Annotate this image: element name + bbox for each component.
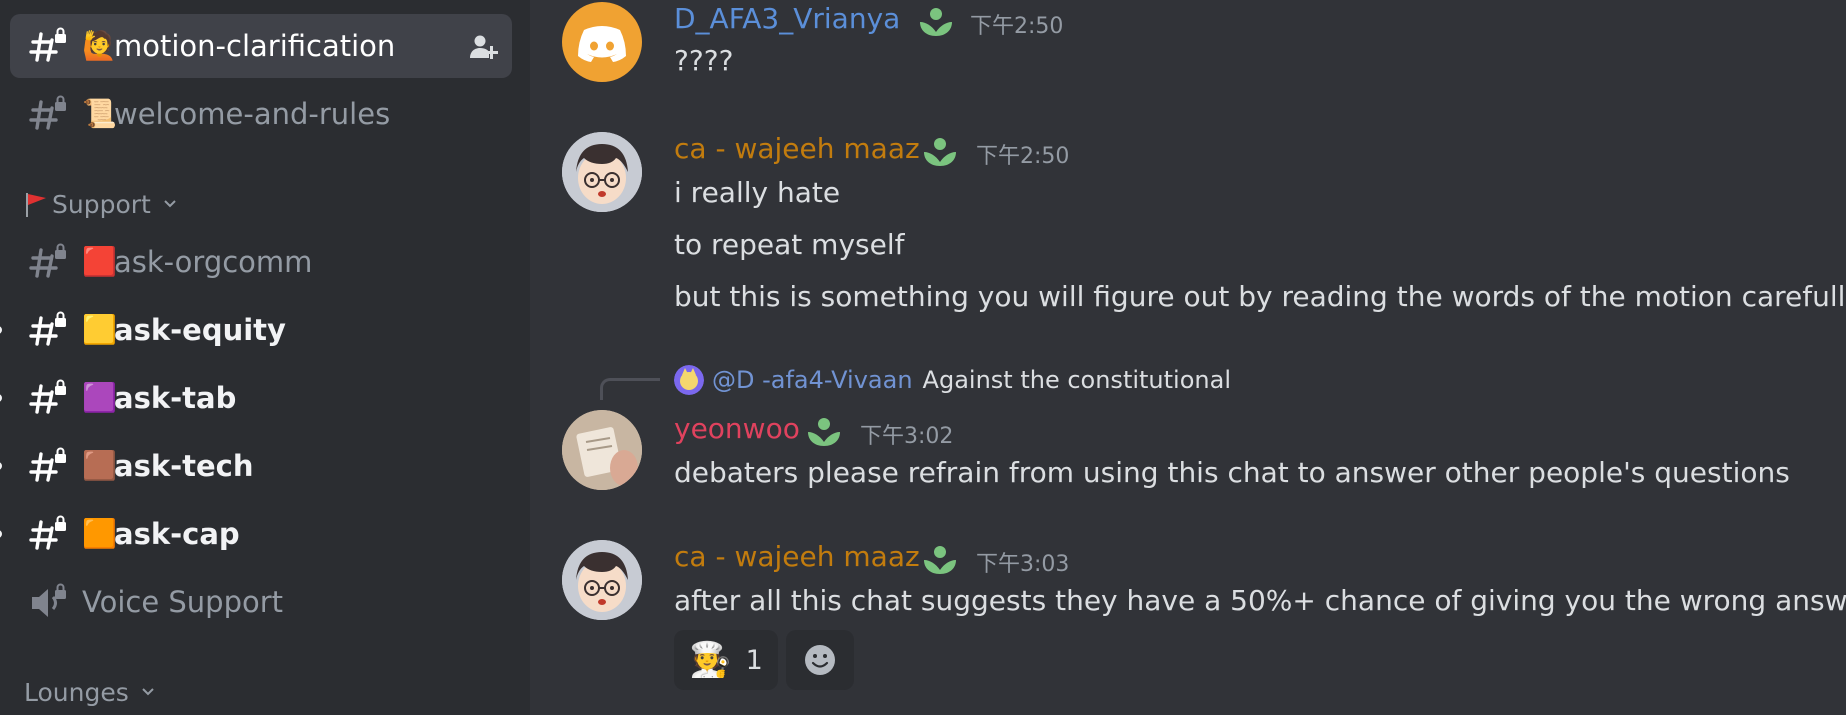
hash-locked-icon	[29, 379, 66, 414]
channel-emoji: 📜	[82, 97, 117, 130]
speaker-locked-icon	[32, 583, 66, 617]
message-timestamp: 下午2:50	[970, 14, 1064, 39]
message-author[interactable]: ca - wajeeh maaz	[674, 540, 920, 573]
reaction-chef[interactable]: 🧑‍🍳 1	[674, 630, 778, 690]
unread-indicator	[0, 326, 2, 334]
hash-locked-icon	[29, 27, 66, 62]
sprout-badge-icon	[924, 138, 956, 166]
sprout-badge-icon	[920, 8, 952, 36]
message-author[interactable]: D_AFA3_Vrianya	[674, 2, 900, 35]
channel-ask-orgcomm[interactable]: 🟥 ask-orgcomm	[10, 230, 512, 294]
category-support[interactable]: Support	[24, 186, 177, 222]
cartoon-face-icon	[562, 132, 642, 212]
channel-ask-cap[interactable]: 🟧 ask-cap	[0, 502, 512, 566]
category-lounges[interactable]: Lounges	[24, 674, 155, 710]
channel-welcome-and-rules[interactable]: 📜 welcome-and-rules	[10, 82, 512, 146]
reaction-count: 1	[745, 644, 763, 676]
red-flag-icon	[26, 193, 46, 217]
category-label: Support	[52, 189, 151, 219]
channel-emoji: 🟧	[82, 517, 117, 550]
hash-locked-icon	[29, 311, 66, 346]
message-list: D_AFA3_Vrianya 下午2:50 ???? ca - wajeeh m…	[530, 0, 1846, 715]
channel-sidebar: 🙋 motion-clarification 📜 welcome-and-rul…	[0, 0, 530, 715]
chevron-down-icon	[142, 688, 154, 696]
unread-indicator	[0, 462, 2, 470]
message-text: to repeat myself	[674, 228, 905, 261]
channel-label: Voice Support	[82, 585, 284, 619]
channel-ask-tab[interactable]: 🟪 ask-tab	[0, 366, 512, 430]
channel-label: motion-clarification	[114, 29, 396, 63]
channel-label: ask-tech	[114, 449, 254, 483]
reply-connector	[600, 378, 660, 400]
message-text: after all this chat suggests they have a…	[674, 584, 1846, 617]
unread-indicator	[0, 530, 2, 538]
channel-emoji: 🙋	[82, 29, 117, 62]
channel-label: ask-equity	[114, 313, 286, 347]
channel-ask-equity[interactable]: 🟨 ask-equity	[0, 298, 512, 362]
reply-mention[interactable]: @D -afa4-Vivaan	[712, 366, 913, 394]
photo-avatar[interactable]	[562, 410, 642, 490]
message-timestamp: 下午3:03	[976, 552, 1070, 577]
hash-locked-icon	[29, 243, 66, 278]
message-timestamp: 下午3:02	[860, 424, 954, 449]
message-text: i really hate	[674, 176, 841, 209]
reply-reference[interactable]: @D -afa4-Vivaan Against the constitution…	[674, 364, 1231, 396]
channel-label: ask-tab	[114, 381, 237, 415]
channel-motion-clarification[interactable]: 🙋 motion-clarification	[10, 14, 512, 78]
cartoon-glasses-avatar[interactable]	[562, 132, 642, 212]
reply-preview: Against the constitutional	[922, 366, 1231, 394]
cartoon-glasses-avatar[interactable]	[562, 540, 642, 620]
message-text: ????	[674, 44, 734, 77]
discord-logo-avatar[interactable]	[562, 2, 642, 82]
smiley-icon	[805, 645, 835, 675]
photo-image	[562, 410, 642, 490]
message-timestamp: 下午2:50	[976, 144, 1070, 169]
channel-ask-tech[interactable]: 🟫 ask-tech	[0, 434, 512, 498]
sprout-badge-icon	[808, 418, 840, 446]
channel-emoji: 🟫	[82, 449, 117, 482]
chevron-down-icon	[164, 200, 176, 208]
hash-locked-icon	[29, 447, 66, 482]
channel-emoji: 🟥	[82, 245, 117, 278]
hash-locked-icon	[29, 515, 66, 550]
discord-logo-icon	[578, 26, 626, 62]
message-text: but this is something you will figure ou…	[674, 280, 1846, 313]
message-text: debaters please refrain from using this …	[674, 456, 1790, 489]
channel-voice-support[interactable]: Voice Support	[10, 570, 512, 634]
category-label: Lounges	[24, 677, 129, 707]
cartoon-face-icon	[562, 540, 642, 620]
channel-emoji: 🟨	[82, 313, 117, 346]
channel-label: ask-orgcomm	[114, 245, 313, 279]
reaction-emoji: 🧑‍🍳	[689, 640, 732, 680]
hash-locked-icon	[29, 95, 66, 130]
channel-label: welcome-and-rules	[114, 97, 391, 131]
add-reaction-button[interactable]	[786, 630, 854, 690]
add-member-icon[interactable]	[468, 32, 498, 62]
channel-label: ask-cap	[114, 517, 240, 551]
channel-emoji: 🟪	[82, 381, 117, 414]
unread-indicator	[0, 394, 2, 402]
reply-avatar	[674, 365, 704, 395]
message-author[interactable]: yeonwoo	[674, 412, 800, 445]
message-author[interactable]: ca - wajeeh maaz	[674, 132, 920, 165]
sprout-badge-icon	[924, 546, 956, 574]
